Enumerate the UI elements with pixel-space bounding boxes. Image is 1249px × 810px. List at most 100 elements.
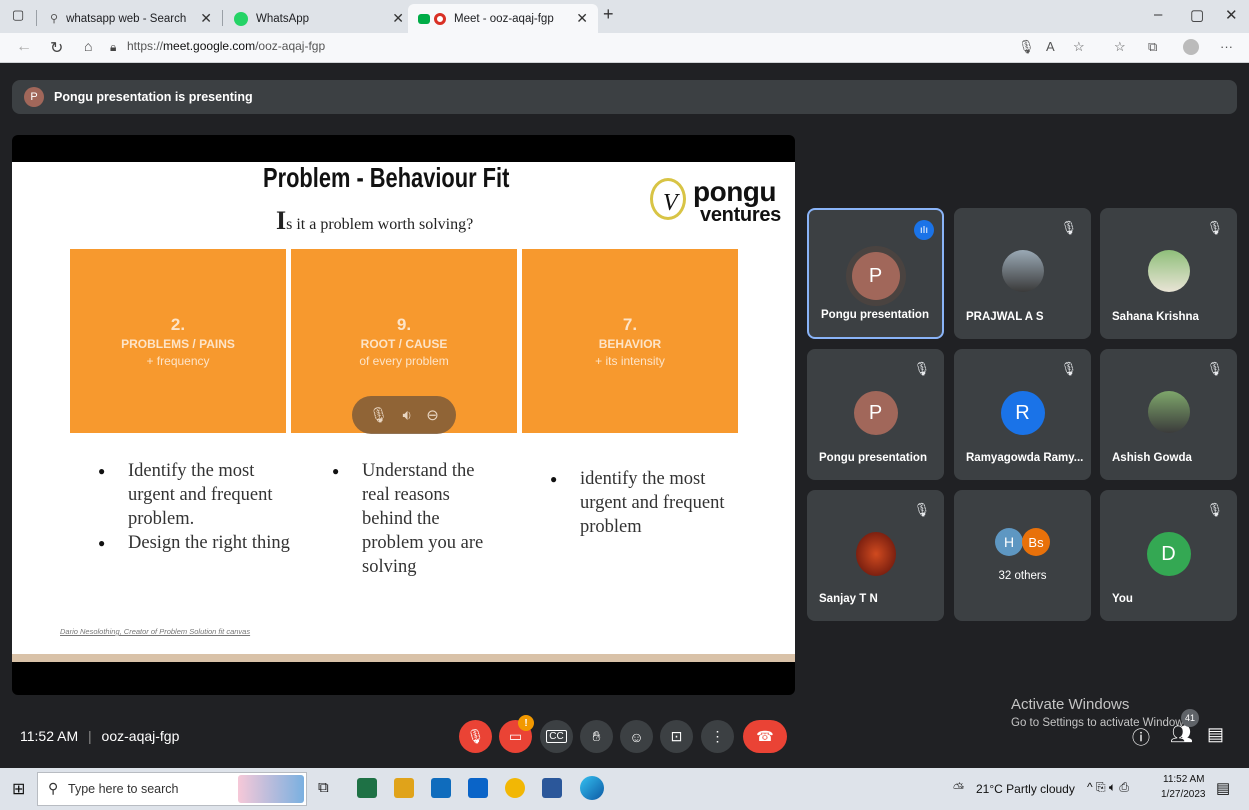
restore-icon[interactable]: ▢: [1190, 6, 1204, 24]
more-vert-icon: ⋮: [710, 728, 725, 744]
back-icon[interactable]: ←: [16, 38, 32, 56]
participant-tile[interactable]: 🎙︎ Sanjay T N: [807, 490, 944, 621]
mic-muted-icon[interactable]: 🎙︎: [369, 406, 388, 424]
present-button[interactable]: ⊡: [660, 720, 693, 753]
captions-button[interactable]: CC: [540, 720, 573, 753]
logo-text-bottom: ventures: [700, 204, 781, 226]
new-tab-icon[interactable]: +: [603, 4, 614, 25]
bullet-item: Understand the real reasons behind the p…: [332, 459, 497, 579]
taskbar-search[interactable]: ⚲ Type here to search: [37, 772, 307, 806]
windows-start-icon[interactable]: ⊞: [12, 779, 25, 799]
tab-meet[interactable]: Meet - ooz-aqaj-fgp ✕: [408, 4, 598, 33]
clock-time[interactable]: 11:52 AM: [1163, 774, 1205, 785]
tab-whatsapp-search[interactable]: ⚲ whatsapp web - Search ✕: [40, 4, 222, 33]
favorite-add-icon[interactable]: ☆: [1073, 39, 1085, 55]
avatar-photo: [1147, 250, 1190, 292]
people-icon[interactable]: 👥︎: [1170, 724, 1193, 745]
close-window-icon[interactable]: ✕: [1225, 6, 1238, 24]
avatar: P: [853, 391, 898, 435]
slide-credit: Dario Nesolothing, Creator of Problem So…: [60, 627, 251, 636]
mail-icon[interactable]: [468, 778, 488, 798]
bullets-col3: identify the most urgent and frequent pr…: [550, 467, 730, 539]
meeting-info-icon[interactable]: ⓘ: [1132, 724, 1150, 750]
lock-icon[interactable]: 🔒︎: [110, 40, 116, 55]
avatar-photo: [1001, 250, 1044, 292]
mic-off-icon: 🎙︎: [1206, 361, 1223, 376]
participant-name: You: [1112, 593, 1133, 605]
meet-window: P Pongu presentation is presenting Probl…: [0, 64, 1249, 768]
raise-hand-button[interactable]: ✋︎: [580, 720, 613, 753]
reactions-button[interactable]: ☺: [620, 720, 653, 753]
avatar-photo: [855, 532, 896, 576]
more-options-button[interactable]: ⋮: [701, 720, 734, 753]
collections-icon[interactable]: ⧉: [1148, 39, 1157, 55]
meeting-code: ooz-aqaj-fgp: [101, 728, 180, 744]
participant-tile-others[interactable]: H Bs 32 others: [954, 490, 1091, 621]
task-view-icon[interactable]: ⧉: [318, 779, 329, 796]
more-options-icon[interactable]: ···: [1220, 39, 1233, 54]
favorites-icon[interactable]: ☆: [1114, 39, 1126, 55]
box-number: 7.: [622, 315, 638, 334]
store-icon[interactable]: [431, 778, 451, 798]
activate-title: Activate Windows: [1011, 696, 1130, 713]
mic-off-icon: 🎙︎: [913, 361, 930, 376]
participant-name: Ramyagowda Ramy...: [966, 452, 1084, 464]
tab-label: Meet - ooz-aqaj-fgp: [454, 12, 554, 25]
tab-whatsapp[interactable]: WhatsApp ✕: [224, 4, 414, 33]
minimize-icon[interactable]: –: [1154, 6, 1162, 23]
recording-icon: [434, 12, 446, 25]
participant-tile-self[interactable]: 🎙︎ D You: [1100, 490, 1237, 621]
avatar: Bs: [1022, 528, 1050, 556]
brave-icon[interactable]: [505, 778, 525, 798]
activate-windows-watermark: Activate Windows Go to Settings to activ…: [1011, 696, 1193, 729]
search-placeholder: Type here to search: [68, 782, 179, 796]
system-tray-icons[interactable]: ^ ⎘ 🔈︎ ⎙: [1087, 780, 1129, 795]
tab-actions-icon[interactable]: ▢: [12, 7, 24, 23]
present-icon: ⊡: [670, 728, 683, 744]
bullet-item: Identify the most urgent and frequent pr…: [98, 459, 298, 531]
weather-text[interactable]: 21°C Partly cloudy: [976, 782, 1075, 796]
refresh-icon[interactable]: ↻: [50, 38, 63, 58]
participant-tile[interactable]: 🎙︎ Sahana Krishna: [1100, 208, 1237, 339]
mic-toggle-button[interactable]: 🎙︎: [459, 720, 492, 753]
close-tab-icon[interactable]: ✕: [200, 10, 212, 27]
box-label: ROOT / CAUSE: [360, 337, 448, 351]
word-icon[interactable]: [542, 778, 562, 798]
participant-tile[interactable]: ıIı P Pongu presentation: [807, 208, 944, 339]
notifications-icon[interactable]: ▤: [1216, 779, 1230, 797]
excel-icon[interactable]: [357, 778, 377, 798]
participant-name: Pongu presentation: [819, 452, 927, 464]
profile-avatar[interactable]: [1183, 39, 1199, 55]
participant-tile[interactable]: 🎙︎ P Pongu presentation: [807, 349, 944, 480]
bullet-item: Design the right thing: [98, 531, 298, 555]
close-tab-icon[interactable]: ✕: [392, 10, 404, 27]
presenter-audio-controls: 🎙︎ 🔉︎ ⊖: [352, 396, 456, 434]
presenter-avatar: P: [24, 87, 44, 107]
edge-icon[interactable]: [580, 776, 604, 800]
warning-badge: !: [518, 715, 534, 731]
meeting-time: 11:52 AM: [20, 728, 79, 744]
clock-date[interactable]: 1/27/2023: [1161, 789, 1206, 800]
activate-sub: Go to Settings to activate Windows.: [1011, 717, 1193, 729]
file-explorer-icon[interactable]: [394, 778, 414, 798]
tab-label: whatsapp web - Search: [66, 12, 187, 25]
volume-icon[interactable]: 🔉︎: [402, 407, 411, 424]
home-icon[interactable]: ⌂: [84, 38, 92, 54]
chat-icon[interactable]: ▤: [1207, 724, 1224, 745]
url-field[interactable]: https://meet.google.com/ooz-aqaj-fgp: [127, 39, 325, 53]
read-aloud-icon[interactable]: A: [1046, 39, 1055, 54]
search-highlight-image: [238, 775, 304, 803]
slide-subtitle: Is it a problem worth solving?: [276, 206, 473, 236]
microphone-icon[interactable]: 🎙︎: [1018, 39, 1035, 55]
hand-icon: ✋︎: [592, 728, 601, 744]
url-path: /ooz-aqaj-fgp: [255, 39, 326, 53]
emoji-icon: ☺: [629, 728, 644, 745]
participant-tile[interactable]: 🎙︎ Ashish Gowda: [1100, 349, 1237, 480]
remove-icon[interactable]: ⊖: [426, 406, 439, 424]
participant-tile[interactable]: 🎙︎ PRAJWAL A S: [954, 208, 1091, 339]
leave-call-button[interactable]: ☎︎: [743, 720, 787, 753]
tab-label: WhatsApp: [256, 12, 310, 25]
meet-icon: [418, 13, 430, 24]
close-tab-icon[interactable]: ✕: [576, 10, 588, 27]
participant-tile[interactable]: 🎙︎ R Ramyagowda Ramy...: [954, 349, 1091, 480]
